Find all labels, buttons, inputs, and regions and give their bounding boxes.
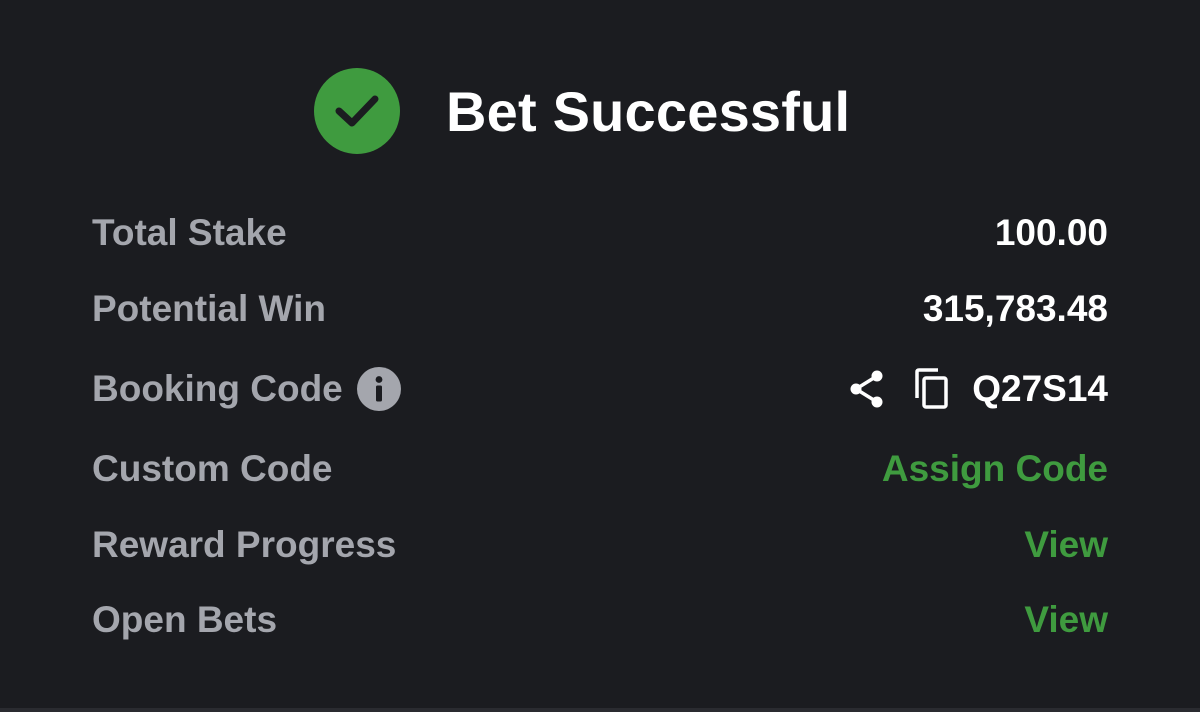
booking-code-value[interactable]: Q27S14 xyxy=(972,368,1108,410)
copy-icon[interactable] xyxy=(912,368,952,410)
reward-progress-row: Reward Progress View xyxy=(92,520,1108,570)
bottom-divider xyxy=(0,708,1200,712)
page-title: Bet Successful xyxy=(446,79,851,143)
reward-progress-view-link[interactable]: View xyxy=(1024,524,1108,566)
open-bets-view-link[interactable]: View xyxy=(1024,599,1108,641)
assign-code-link[interactable]: Assign Code xyxy=(882,448,1108,490)
potential-win-label: Potential Win xyxy=(92,288,326,329)
total-stake-value: 100.00 xyxy=(994,212,1108,253)
booking-code-row: Booking Code Q27S14 xyxy=(92,364,1108,414)
share-icon[interactable] xyxy=(846,368,888,410)
info-icon[interactable] xyxy=(356,367,401,411)
booking-code-value-group: Q27S14 xyxy=(846,368,1108,410)
open-bets-label: Open Bets xyxy=(92,599,278,640)
custom-code-row: Custom Code Assign Code xyxy=(92,444,1108,494)
total-stake-row: Total Stake 100.00 xyxy=(92,208,1108,258)
custom-code-label: Custom Code xyxy=(92,448,333,489)
check-circle-icon xyxy=(314,68,400,154)
reward-progress-label: Reward Progress xyxy=(92,524,397,565)
open-bets-row: Open Bets View xyxy=(92,595,1108,645)
bet-status-header: Bet Successful xyxy=(314,68,850,154)
booking-code-label-group: Booking Code xyxy=(92,367,401,411)
booking-code-label: Booking Code xyxy=(92,368,343,409)
potential-win-value: 315,783.48 xyxy=(922,288,1108,329)
potential-win-row: Potential Win 315,783.48 xyxy=(92,284,1108,334)
total-stake-label: Total Stake xyxy=(92,212,287,253)
